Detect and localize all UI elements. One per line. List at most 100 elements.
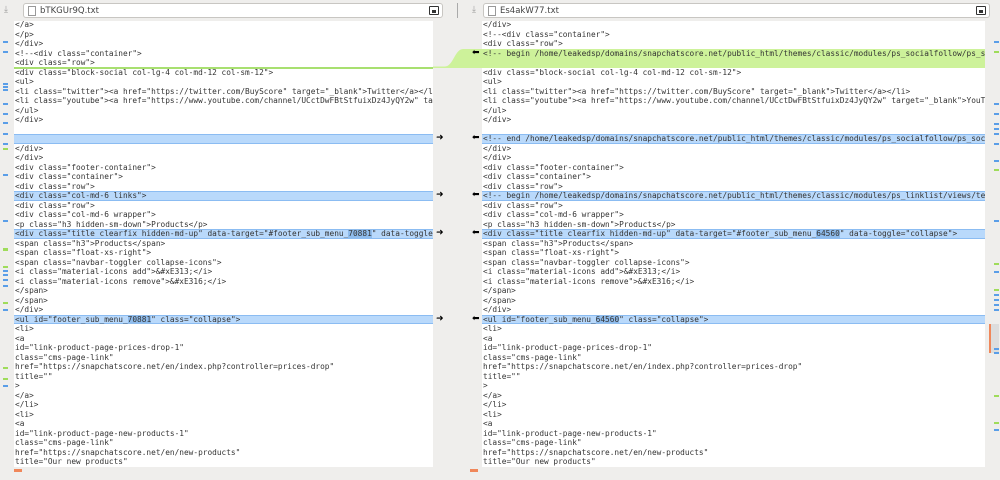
left-change-map[interactable] [0, 21, 14, 467]
line-text: " data-toggle="collapse"> [371, 229, 433, 238]
line-text: <a [15, 333, 25, 343]
change-marker [994, 169, 999, 171]
right-download-icon[interactable]: ⤓ [472, 5, 476, 15]
copy-left-arrow-icon[interactable]: ⬅ [472, 134, 480, 143]
line-text: </a> [15, 21, 34, 29]
line-text: </div> [483, 115, 512, 124]
change-marker [994, 51, 999, 53]
line-text: <ul id="footer_sub_menu_ [15, 314, 128, 324]
line-text: > [483, 381, 488, 390]
diff-gutter: ➜ ⬅ ➜ ⬅ ➜ ⬅ ➜ ⬅ ⬅ [433, 21, 482, 467]
code-line: <div class="block-social col-lg-4 col-md… [482, 68, 985, 78]
change-marker [3, 148, 8, 150]
line-text: class="cms-page-link" [483, 438, 582, 447]
change-marker [994, 348, 999, 350]
line-text: <div class="footer-container"> [15, 162, 156, 172]
change-marker [994, 103, 999, 105]
copy-left-arrow-icon[interactable]: ⬅ [472, 229, 480, 238]
right-change-map[interactable] [985, 21, 1000, 467]
code-line: </a> [482, 391, 985, 401]
code-line: <span class="navbar-toggler collapse-ico… [14, 258, 433, 268]
left-editor-pane[interactable]: </a> </p> </div> <!--<div class="container"… [14, 21, 433, 467]
code-line: </ul> [14, 106, 433, 116]
code-line: <div class="row"> [14, 201, 433, 211]
right-filename-field[interactable]: Es4akW77.txt [483, 3, 990, 18]
copy-right-arrow-icon[interactable]: ➜ [436, 191, 444, 200]
line-text: </span> [483, 286, 516, 295]
code-line: </div> [482, 115, 985, 125]
code-line: <p class="h3 hidden-sm-down">Products</p… [14, 220, 433, 230]
left-download-icon[interactable]: ⤓ [4, 5, 8, 15]
code-line: <div class="col-md-6 wrapper"> [482, 210, 985, 220]
left-filename: bTKGUr9Q.txt [40, 6, 99, 16]
line-text: title="Our new products" [483, 457, 596, 466]
code-line: <div class="container"> [14, 172, 433, 182]
change-marker [994, 289, 999, 291]
line-text: <div class="title clearfix hidden-md-up"… [483, 229, 817, 238]
code-line: </p> [14, 30, 433, 40]
line-text: href="https://snapchatscore.net/en/new-p… [483, 447, 709, 457]
copy-left-arrow-icon[interactable]: ⬅ [472, 314, 480, 324]
line-text: title="Our new products" [15, 457, 128, 466]
change-marker [3, 285, 8, 287]
line-text: id="link-product-page-new-products-1" [483, 428, 657, 438]
change-marker [994, 133, 999, 135]
line-text: </div> [483, 153, 512, 162]
line-text: <ul> [15, 77, 34, 86]
line-text: </div> [15, 153, 44, 162]
code-line: <i class="material-icons add">&#xE313;</… [482, 267, 985, 277]
line-text: <div class="row"> [483, 181, 563, 191]
line-text: <div class="title clearfix hidden-md-up"… [15, 229, 349, 238]
change-marker [994, 299, 999, 301]
line-text: id="link-product-page-prices-drop-1" [15, 343, 184, 352]
right-editor-pane[interactable]: </div> <!--<div class="container"> <div cl… [482, 21, 985, 467]
code-line: <span class="navbar-toggler collapse-ico… [482, 258, 985, 268]
copy-left-arrow-icon[interactable]: ⬅ [472, 48, 480, 58]
copy-right-arrow-icon[interactable]: ➜ [436, 134, 444, 143]
line-text: <span class="h3">Products</span> [483, 238, 634, 248]
changed-line: <div class="col-md-6 links"> [14, 191, 433, 201]
line-text: </div> [483, 143, 512, 153]
change-marker [3, 89, 8, 91]
line-text: <li> [15, 324, 34, 333]
insert-connector [433, 49, 482, 68]
left-filename-field[interactable]: bTKGUr9Q.txt [23, 3, 443, 18]
line-text: <!-- end /home/leakedsp/domains/snapchat… [483, 134, 985, 143]
line-text: " data-toggle="collapse"> [839, 229, 958, 238]
line-text: <li class="twitter"><a href="https://twi… [483, 86, 911, 96]
code-line: </li> [14, 400, 433, 410]
code-line: <li class="twitter"><a href="https://twi… [482, 87, 985, 97]
line-text: <!-- begin /home/leakedsp/domains/snapch… [483, 48, 985, 58]
change-marker [3, 133, 8, 135]
code-line: <p class="h3 hidden-sm-down">Products</p… [482, 220, 985, 230]
code-line: </div> [14, 305, 433, 315]
code-line: <ul> [14, 77, 433, 87]
change-marker [3, 266, 8, 268]
line-text: </span> [15, 286, 48, 295]
code-line: </span> [14, 286, 433, 296]
copy-right-arrow-icon[interactable]: ➜ [436, 229, 444, 238]
line-text: <!--<div class="container"> [483, 29, 610, 39]
change-marker [994, 271, 999, 273]
copy-left-arrow-icon[interactable]: ⬅ [472, 191, 480, 200]
conflict-marker [14, 469, 22, 472]
code-line: </span> [14, 296, 433, 306]
document-icon [488, 6, 496, 16]
line-text: <div class="row"> [15, 200, 95, 210]
line-text: <div class="row"> [483, 200, 563, 210]
line-text: <div class="col-md-6 links"> [15, 191, 147, 200]
line-text: <li> [483, 409, 502, 419]
code-line: <div class="row"> [482, 201, 985, 211]
line-text: <div class="row"> [15, 181, 95, 191]
line-text: href="https://snapchatscore.net/en/index… [483, 362, 803, 371]
code-line: class="cms-page-link" [14, 353, 433, 363]
code-line: title="" [14, 372, 433, 382]
left-save-icon[interactable] [429, 6, 439, 15]
change-marker [3, 103, 8, 105]
line-text: <p class="h3 hidden-sm-down">Products</p… [483, 219, 676, 229]
right-save-icon[interactable] [976, 6, 986, 15]
line-text: class="cms-page-link" [15, 438, 114, 447]
line-text: </div> [15, 305, 44, 314]
line-text: <div class="block-social col-lg-4 col-md… [15, 67, 274, 77]
copy-right-arrow-icon[interactable]: ➜ [436, 314, 444, 324]
